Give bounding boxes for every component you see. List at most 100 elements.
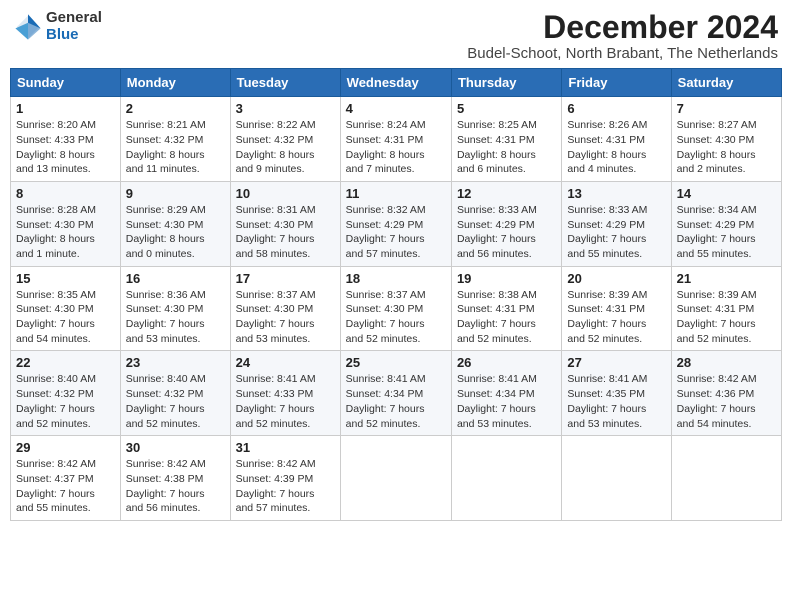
day-info: Sunrise: 8:31 AM Sunset: 4:30 PM Dayligh… [236,203,335,262]
day-info: Sunrise: 8:42 AM Sunset: 4:36 PM Dayligh… [677,372,776,431]
calendar-cell: 8 Sunrise: 8:28 AM Sunset: 4:30 PM Daylig… [11,181,121,266]
logo-icon [14,13,42,41]
day-info: Sunrise: 8:39 AM Sunset: 4:31 PM Dayligh… [677,288,776,347]
calendar-cell: 20 Sunrise: 8:39 AM Sunset: 4:31 PM Dayli… [562,266,671,351]
main-title: December 2024 [467,10,778,45]
calendar-cell: 14Sunrise: 8:34 AM Sunset: 4:29 PM Dayli… [671,181,781,266]
calendar-cell: 6Sunrise: 8:26 AM Sunset: 4:31 PM Daylig… [562,97,671,182]
day-number: 20 [567,271,665,286]
day-header-monday: Monday [120,69,230,97]
day-info: Sunrise: 8:33 AM Sunset: 4:29 PM Dayligh… [457,203,556,262]
calendar-cell: 12 Sunrise: 8:33 AM Sunset: 4:29 PM Dayli… [451,181,561,266]
calendar-week-row: 29 Sunrise: 8:42 AM Sunset: 4:37 PM Dayli… [11,436,782,521]
day-info: Sunrise: 8:21 AM Sunset: 4:32 PM Dayligh… [126,118,225,177]
day-number: 9 [126,186,225,201]
calendar-cell: 2 Sunrise: 8:21 AM Sunset: 4:32 PM Daylig… [120,97,230,182]
day-number: 26 [457,355,556,370]
calendar-cell: 25 Sunrise: 8:41 AM Sunset: 4:34 PM Dayli… [340,351,451,436]
day-info: Sunrise: 8:41 AM Sunset: 4:34 PM Dayligh… [346,372,446,431]
calendar-cell: 18 Sunrise: 8:37 AM Sunset: 4:30 PM Dayli… [340,266,451,351]
calendar-cell: 17Sunrise: 8:37 AM Sunset: 4:30 PM Dayli… [230,266,340,351]
day-number: 29 [16,440,115,455]
title-block: December 2024 Budel-Schoot, North Braban… [467,10,778,62]
day-number: 13 [567,186,665,201]
logo-text: General Blue [46,10,102,43]
day-header-saturday: Saturday [671,69,781,97]
day-number: 1 [16,101,115,116]
calendar-cell: 1 Sunrise: 8:20 AM Sunset: 4:33 PM Daylig… [11,97,121,182]
day-info: Sunrise: 8:41 AM Sunset: 4:34 PM Dayligh… [457,372,556,431]
day-number: 17 [236,271,335,286]
calendar-cell: 3Sunrise: 8:22 AM Sunset: 4:32 PM Daylig… [230,97,340,182]
calendar-cell: 19Sunrise: 8:38 AM Sunset: 4:31 PM Dayli… [451,266,561,351]
day-number: 10 [236,186,335,201]
calendar-cell: 27 Sunrise: 8:41 AM Sunset: 4:35 PM Dayli… [562,351,671,436]
day-number: 3 [236,101,335,116]
calendar-cell [340,436,451,521]
calendar-cell: 11 Sunrise: 8:32 AM Sunset: 4:29 PM Dayli… [340,181,451,266]
day-info: Sunrise: 8:36 AM Sunset: 4:30 PM Dayligh… [126,288,225,347]
day-info: Sunrise: 8:20 AM Sunset: 4:33 PM Dayligh… [16,118,115,177]
day-number: 16 [126,271,225,286]
calendar-cell: 5 Sunrise: 8:25 AM Sunset: 4:31 PM Daylig… [451,97,561,182]
calendar-cell [451,436,561,521]
calendar-header-row: SundayMondayTuesdayWednesdayThursdayFrid… [11,69,782,97]
day-info: Sunrise: 8:28 AM Sunset: 4:30 PM Dayligh… [16,203,115,262]
day-info: Sunrise: 8:34 AM Sunset: 4:29 PM Dayligh… [677,203,776,262]
day-number: 7 [677,101,776,116]
calendar-week-row: 15Sunrise: 8:35 AM Sunset: 4:30 PM Dayli… [11,266,782,351]
day-info: Sunrise: 8:24 AM Sunset: 4:31 PM Dayligh… [346,118,446,177]
day-number: 12 [457,186,556,201]
day-info: Sunrise: 8:41 AM Sunset: 4:35 PM Dayligh… [567,372,665,431]
day-info: Sunrise: 8:35 AM Sunset: 4:30 PM Dayligh… [16,288,115,347]
calendar-cell: 30Sunrise: 8:42 AM Sunset: 4:38 PM Dayli… [120,436,230,521]
day-number: 21 [677,271,776,286]
day-info: Sunrise: 8:38 AM Sunset: 4:31 PM Dayligh… [457,288,556,347]
calendar-cell: 16 Sunrise: 8:36 AM Sunset: 4:30 PM Dayli… [120,266,230,351]
day-info: Sunrise: 8:27 AM Sunset: 4:30 PM Dayligh… [677,118,776,177]
calendar-cell: 23Sunrise: 8:40 AM Sunset: 4:32 PM Dayli… [120,351,230,436]
calendar-cell: 28 Sunrise: 8:42 AM Sunset: 4:36 PM Dayli… [671,351,781,436]
day-number: 24 [236,355,335,370]
calendar-cell [562,436,671,521]
day-info: Sunrise: 8:26 AM Sunset: 4:31 PM Dayligh… [567,118,665,177]
day-info: Sunrise: 8:32 AM Sunset: 4:29 PM Dayligh… [346,203,446,262]
day-header-friday: Friday [562,69,671,97]
calendar-cell [671,436,781,521]
day-number: 22 [16,355,115,370]
day-info: Sunrise: 8:40 AM Sunset: 4:32 PM Dayligh… [16,372,115,431]
calendar-week-row: 22 Sunrise: 8:40 AM Sunset: 4:32 PM Dayli… [11,351,782,436]
day-info: Sunrise: 8:42 AM Sunset: 4:39 PM Dayligh… [236,457,335,516]
logo-blue-text: Blue [46,27,102,44]
day-info: Sunrise: 8:37 AM Sunset: 4:30 PM Dayligh… [346,288,446,347]
day-number: 25 [346,355,446,370]
day-info: Sunrise: 8:39 AM Sunset: 4:31 PM Dayligh… [567,288,665,347]
calendar-cell: 22 Sunrise: 8:40 AM Sunset: 4:32 PM Dayli… [11,351,121,436]
subtitle: Budel-Schoot, North Brabant, The Netherl… [467,45,778,62]
day-header-tuesday: Tuesday [230,69,340,97]
day-info: Sunrise: 8:25 AM Sunset: 4:31 PM Dayligh… [457,118,556,177]
day-number: 18 [346,271,446,286]
day-info: Sunrise: 8:41 AM Sunset: 4:33 PM Dayligh… [236,372,335,431]
calendar-cell: 4 Sunrise: 8:24 AM Sunset: 4:31 PM Daylig… [340,97,451,182]
day-number: 4 [346,101,446,116]
calendar-cell: 29 Sunrise: 8:42 AM Sunset: 4:37 PM Dayli… [11,436,121,521]
day-number: 2 [126,101,225,116]
calendar-cell: 24 Sunrise: 8:41 AM Sunset: 4:33 PM Dayli… [230,351,340,436]
calendar-cell: 9 Sunrise: 8:29 AM Sunset: 4:30 PM Daylig… [120,181,230,266]
calendar-week-row: 8 Sunrise: 8:28 AM Sunset: 4:30 PM Daylig… [11,181,782,266]
calendar-cell: 26 Sunrise: 8:41 AM Sunset: 4:34 PM Dayli… [451,351,561,436]
calendar-cell: 10 Sunrise: 8:31 AM Sunset: 4:30 PM Dayli… [230,181,340,266]
day-number: 8 [16,186,115,201]
day-info: Sunrise: 8:42 AM Sunset: 4:37 PM Dayligh… [16,457,115,516]
day-number: 27 [567,355,665,370]
day-number: 5 [457,101,556,116]
calendar-table: SundayMondayTuesdayWednesdayThursdayFrid… [10,68,782,521]
day-number: 11 [346,186,446,201]
day-info: Sunrise: 8:29 AM Sunset: 4:30 PM Dayligh… [126,203,225,262]
day-number: 28 [677,355,776,370]
logo-general-text: General [46,10,102,27]
calendar-cell: 21 Sunrise: 8:39 AM Sunset: 4:31 PM Dayli… [671,266,781,351]
calendar-cell: 31Sunrise: 8:42 AM Sunset: 4:39 PM Dayli… [230,436,340,521]
page-header: General Blue December 2024 Budel-Schoot,… [10,10,782,62]
